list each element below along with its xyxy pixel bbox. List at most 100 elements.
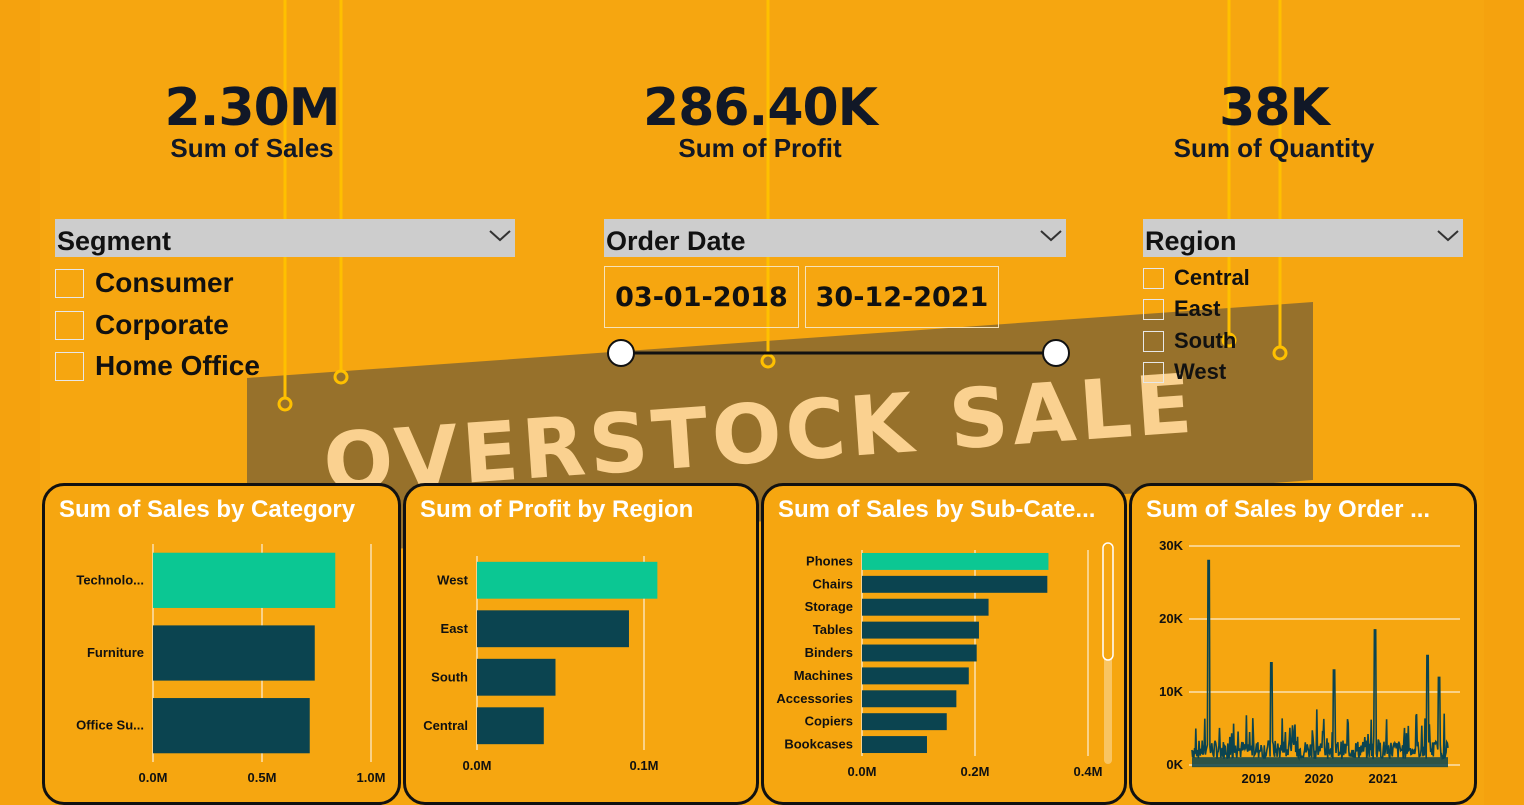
category-label: Chairs [813, 576, 853, 591]
region-option-east[interactable]: East [1143, 296, 1220, 322]
order-date-slicer-header[interactable]: Order Date [604, 219, 1066, 257]
kpi-profit-value: 286.40K [643, 78, 878, 138]
bar [477, 610, 629, 648]
segment-slicer-title: Segment [57, 226, 172, 256]
category-label: Office Su... [76, 718, 144, 733]
kpi-sales: 2.30M Sum of Sales [72, 78, 432, 164]
series-baseline-band [1192, 757, 1448, 768]
category-label: Machines [794, 668, 853, 683]
bar [862, 690, 957, 708]
region-slicer-header[interactable]: Region [1143, 219, 1463, 257]
bar [862, 644, 977, 662]
chart-title: Sum of Sales by Sub-Cate... [778, 496, 1096, 523]
x-tick-label: 1.0M [357, 770, 386, 785]
sales-by-order-date-card[interactable]: 0K 10K 20K 30K 2019 2020 2021 Sum of Sales by … [1129, 483, 1477, 805]
checkbox[interactable] [55, 268, 84, 298]
segment-option-consumer[interactable]: Consumer [55, 267, 233, 299]
bar [862, 575, 1048, 593]
category-label: Tables [813, 622, 853, 637]
x-tick-label: 0.0M [139, 770, 168, 785]
bar [153, 698, 310, 754]
region-option-label: South [1174, 328, 1237, 353]
category-label: Bookcases [784, 737, 853, 752]
region-slicer-title: Region [1145, 226, 1237, 256]
kpi-quantity-value: 38K [1219, 78, 1330, 138]
region-option-label: East [1174, 296, 1221, 321]
region-option-west[interactable]: West [1143, 359, 1226, 385]
bar [477, 707, 544, 745]
kpi-quantity: 38K Sum of Quantity [1094, 78, 1454, 164]
segment-option-corporate[interactable]: Corporate [55, 309, 229, 341]
chevron-down-icon[interactable] [1435, 223, 1461, 247]
chart-title: Sum of Profit by Region [420, 496, 694, 523]
bar [862, 552, 1049, 570]
kpi-quantity-label: Sum of Quantity [1173, 133, 1375, 163]
checkbox[interactable] [1143, 267, 1164, 289]
date-range-slider[interactable] [600, 335, 1080, 371]
checkbox[interactable] [55, 310, 84, 340]
category-label: Storage [805, 599, 853, 614]
sales-line-series [1191, 559, 1449, 761]
profit-by-region-card[interactable]: 0.0M 0.1M West East South Central Sum of Prof… [403, 483, 759, 805]
y-tick-label: 30K [1159, 538, 1183, 553]
scrollbar-thumb [1102, 542, 1114, 661]
category-label: West [437, 572, 468, 587]
bar [477, 658, 556, 696]
checkbox[interactable] [1143, 330, 1164, 352]
bar [862, 621, 979, 639]
y-tick-label: 20K [1159, 611, 1183, 626]
category-label: East [441, 621, 469, 636]
segment-option-label: Home Office [95, 350, 260, 381]
y-tick-label: 0K [1166, 757, 1183, 772]
region-option-central[interactable]: Central [1143, 265, 1250, 291]
checkbox[interactable] [1143, 361, 1164, 383]
order-date-slicer-title: Order Date [606, 226, 746, 256]
profit-by-region-chart: 0.0M 0.1M West East South Central [423, 556, 659, 773]
region-option-south[interactable]: South [1143, 328, 1236, 354]
x-tick-label: 0.2M [961, 764, 990, 779]
bar [862, 667, 969, 685]
bar [862, 736, 927, 754]
chart-title: Sum of Sales by Order ... [1146, 496, 1431, 523]
chevron-down-icon[interactable] [1038, 223, 1064, 247]
sales-by-subcategory-chart: 0.0M 0.2M 0.4M Phones Chairs Storage Tables Bin… [776, 542, 1114, 779]
category-label: South [431, 669, 468, 684]
category-label: Binders [805, 645, 853, 660]
x-tick-label: 2019 [1242, 771, 1271, 786]
kpi-profit: 286.40K Sum of Profit [580, 78, 940, 164]
x-tick-label: 2020 [1305, 771, 1334, 786]
x-tick-label: 0.1M [630, 758, 659, 773]
x-tick-label: 2021 [1369, 771, 1398, 786]
bar [153, 625, 315, 681]
sales-by-order-date-chart: 0K 10K 20K 30K 2019 2020 2021 [1159, 538, 1460, 786]
segment-option-home-office[interactable]: Home Office [55, 350, 260, 382]
x-tick-label: 0.4M [1074, 764, 1103, 779]
checkbox[interactable] [55, 351, 84, 381]
segment-slicer-header[interactable]: Segment [55, 219, 515, 257]
category-label: Furniture [87, 645, 144, 660]
x-tick-label: 0.0M [463, 758, 492, 773]
slider-end-handle [1042, 339, 1070, 367]
category-label: Technolo... [76, 572, 144, 587]
bar [477, 561, 658, 599]
chevron-down-icon[interactable] [487, 223, 513, 247]
sales-by-category-card[interactable]: 0.0M 0.5M 1.0M Technolo... Furniture Office S… [42, 483, 401, 805]
start-date-input[interactable]: 03-01-2018 [604, 266, 799, 328]
segment-option-label: Consumer [95, 267, 234, 298]
sales-by-subcategory-card[interactable]: 0.0M 0.2M 0.4M Phones Chairs Storage Tables Bin… [761, 483, 1127, 805]
x-tick-label: 0.5M [248, 770, 277, 785]
bar [862, 713, 947, 731]
region-option-label: Central [1174, 265, 1250, 290]
sales-by-category-chart: 0.0M 0.5M 1.0M Technolo... Furniture Office S… [76, 544, 386, 785]
segment-option-label: Corporate [95, 309, 229, 340]
kpi-sales-value: 2.30M [164, 78, 340, 138]
y-tick-label: 10K [1159, 684, 1183, 699]
bar [862, 598, 989, 616]
category-label: Accessories [776, 691, 853, 706]
slider-start-handle [607, 339, 635, 367]
category-label: Central [423, 718, 468, 733]
checkbox[interactable] [1143, 298, 1164, 320]
bar [153, 552, 336, 608]
chart-title: Sum of Sales by Category [59, 496, 356, 523]
end-date-input[interactable]: 30-12-2021 [805, 266, 999, 328]
